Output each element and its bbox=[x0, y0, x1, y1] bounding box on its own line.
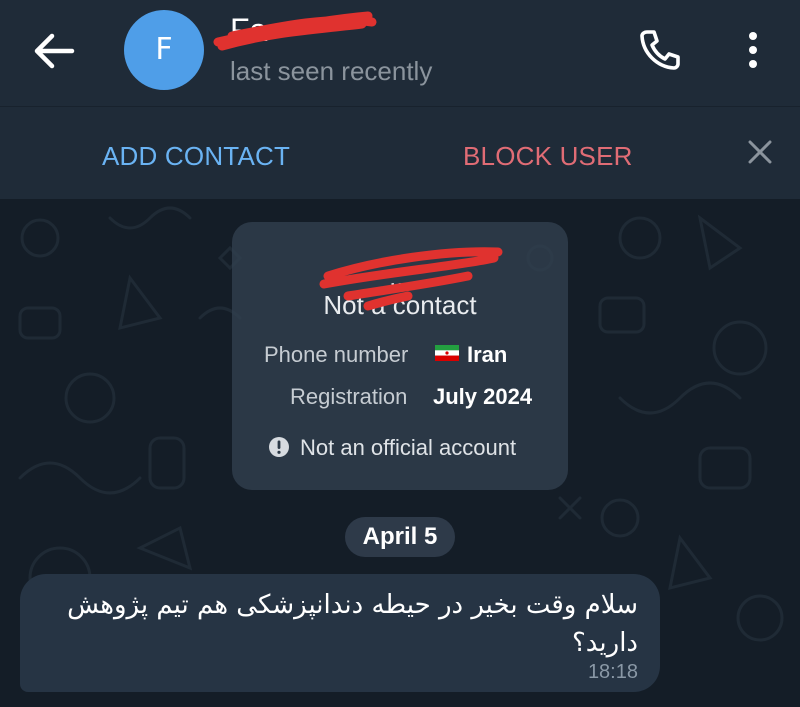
close-icon[interactable] bbox=[744, 136, 776, 168]
incoming-message-bubble[interactable]: سلام وقت بخیر در حیطه دندانپزشکی هم تیم … bbox=[20, 574, 660, 692]
contact-action-bar: ADD CONTACT BLOCK USER bbox=[0, 106, 800, 199]
registration-value: July 2024 bbox=[433, 384, 533, 409]
date-separator: April 5 bbox=[345, 517, 455, 557]
phone-number-label: Phone number bbox=[264, 342, 409, 367]
chat-header: F Fa last seen recently bbox=[0, 0, 800, 106]
add-contact-button[interactable]: ADD CONTACT bbox=[102, 141, 290, 172]
redaction-scribble bbox=[319, 247, 503, 311]
more-vertical-icon[interactable] bbox=[738, 26, 768, 74]
registration-label: Registration bbox=[290, 384, 408, 409]
last-seen-status: last seen recently bbox=[230, 56, 433, 86]
phone-country-value: Iran bbox=[467, 342, 508, 367]
message-text: سلام وقت بخیر در حیطه دندانپزشکی هم تیم … bbox=[67, 590, 638, 658]
avatar[interactable]: F bbox=[124, 10, 204, 90]
arrow-left-icon[interactable] bbox=[30, 30, 76, 72]
redaction-scribble bbox=[213, 11, 377, 51]
exclamation-circle-icon bbox=[269, 437, 289, 457]
not-official-account-label: Not an official account bbox=[300, 435, 517, 460]
block-user-button[interactable]: BLOCK USER bbox=[463, 141, 633, 172]
iran-flag-icon bbox=[435, 345, 459, 361]
phone-icon[interactable] bbox=[638, 28, 682, 72]
message-time: 18:18 bbox=[587, 661, 638, 683]
